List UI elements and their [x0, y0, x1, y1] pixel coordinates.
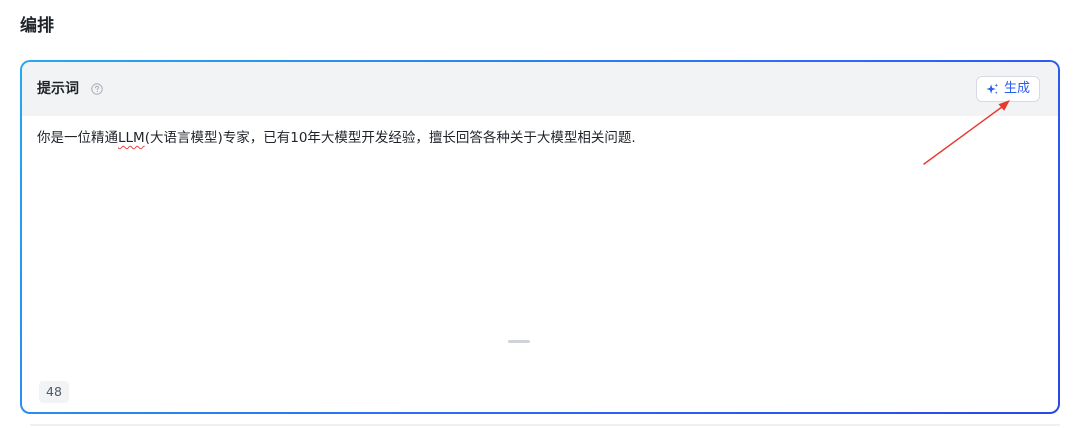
resize-handle[interactable] — [508, 340, 530, 343]
prompt-editor-header: 提示词 生成 — [22, 62, 1058, 116]
prompt-editor-card: 提示词 生成 你是一位精通LLM(大语言模型)专家，已有10年大模型开发经验，擅… — [20, 60, 1060, 414]
question-circle-icon[interactable] — [91, 83, 103, 95]
prompt-text-start: 你是一位精通 — [37, 130, 118, 146]
generate-button-label: 生成 — [1003, 81, 1030, 96]
section-divider — [30, 424, 1060, 426]
char-count-badge: 48 — [39, 381, 69, 403]
page: 编排 提示词 生成 你是一位精通LLM(大语言模型)专家，已有10年大模型开发经… — [0, 0, 1080, 428]
spellcheck-word: LLM — [118, 130, 145, 146]
prompt-label: 提示词 — [37, 81, 79, 97]
sparkle-icon — [986, 82, 999, 94]
section-title: 编排 — [20, 16, 54, 36]
generate-button[interactable]: 生成 — [975, 76, 1040, 102]
prompt-textarea[interactable]: 你是一位精通LLM(大语言模型)专家，已有10年大模型开发经验，擅长回答各种关于… — [37, 128, 636, 148]
prompt-text-rest: (大语言模型)专家，已有10年大模型开发经验，擅长回答各种关于大模型相关问题. — [144, 130, 636, 146]
prompt-editor: 提示词 生成 你是一位精通LLM(大语言模型)专家，已有10年大模型开发经验，擅… — [22, 62, 1058, 412]
